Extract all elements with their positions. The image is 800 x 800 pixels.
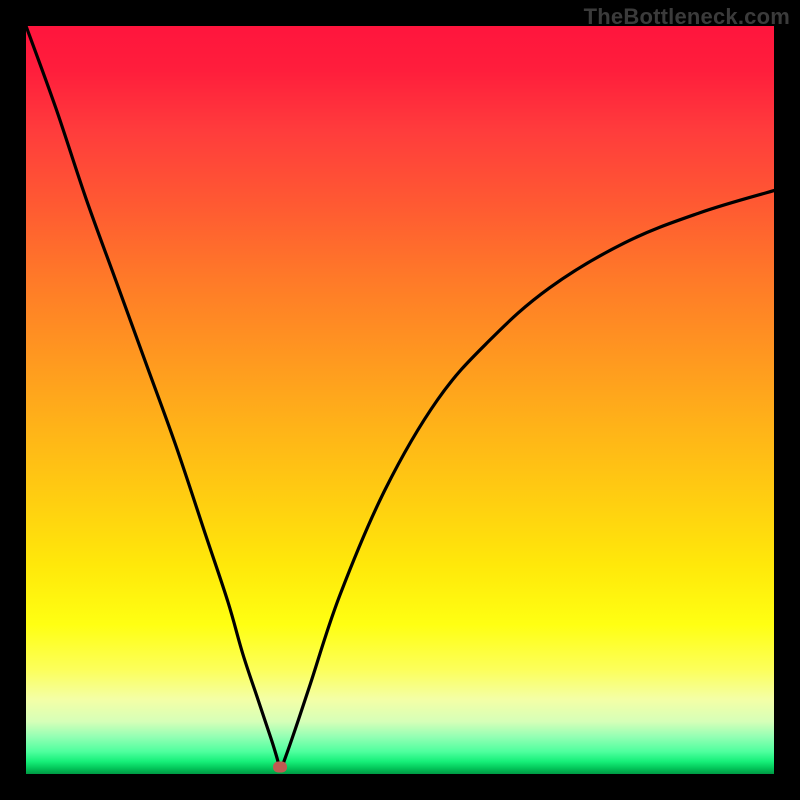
chart-frame: TheBottleneck.com	[0, 0, 800, 800]
optimal-point-marker	[273, 761, 287, 772]
bottleneck-curve	[26, 26, 774, 774]
plot-area	[26, 26, 774, 774]
